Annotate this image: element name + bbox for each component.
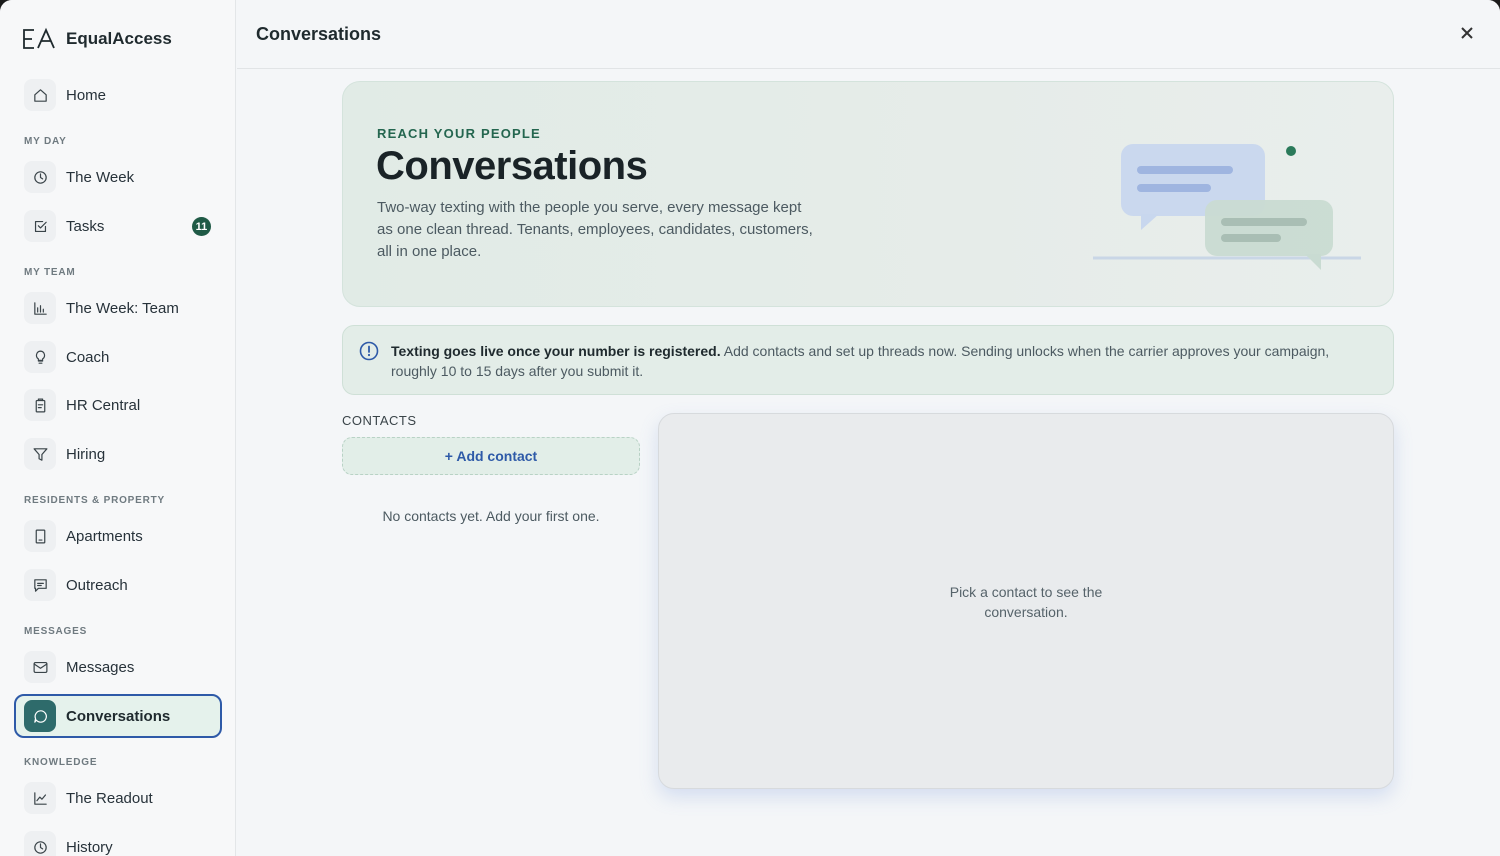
sidebar-item-coach[interactable]: Coach: [14, 335, 222, 379]
sidebar-item-label: Hiring: [66, 445, 106, 463]
section-label-my-day: MY DAY: [24, 136, 67, 147]
sidebar-item-history[interactable]: History: [14, 825, 222, 856]
section-label-my-team: MY TEAM: [24, 267, 76, 278]
clock-icon: [24, 161, 56, 193]
section-label-residents: RESIDENTS & PROPERTY: [24, 495, 166, 506]
notice-text: Texting goes live once your number is re…: [391, 341, 1373, 381]
sidebar-item-label: Messages: [66, 658, 135, 676]
sidebar-item-label: Outreach: [66, 576, 128, 594]
building-icon: [24, 520, 56, 552]
sidebar-item-the-week-team[interactable]: The Week: Team: [14, 286, 222, 330]
app-window: EqualAccess Home MY DAY The Week Tasks 1…: [0, 0, 1500, 856]
sidebar-item-hiring[interactable]: Hiring: [14, 432, 222, 476]
chat-illustration-icon: [1093, 144, 1361, 270]
registration-notice: Texting goes live once your number is re…: [342, 325, 1394, 395]
hero-title: Conversations: [376, 144, 648, 188]
sidebar: EqualAccess Home MY DAY The Week Tasks 1…: [0, 0, 236, 856]
conversation-empty-state: Pick a contact to see the conversation.: [659, 582, 1393, 622]
sidebar-item-label: The Week: Team: [66, 299, 179, 317]
checkbox-icon: [24, 210, 56, 242]
line-chart-icon: [24, 782, 56, 814]
sidebar-item-label: Tasks: [66, 217, 105, 235]
notice-bold: Texting goes live once your number is re…: [391, 343, 721, 359]
mail-icon: [24, 651, 56, 683]
hero-eyebrow: REACH YOUR PEOPLE: [377, 126, 541, 141]
comment-box-icon: [24, 569, 56, 601]
hero-description: Two-way texting with the people you serv…: [377, 199, 813, 260]
bar-chart-icon: [24, 292, 56, 324]
conversation-empty-text: Pick a contact to see the conversation.: [949, 584, 1103, 620]
clipboard-icon: [24, 389, 56, 421]
add-contact-button[interactable]: + Add contact: [342, 437, 640, 475]
sidebar-item-label: HR Central: [66, 396, 141, 414]
tasks-count-badge: 11: [192, 217, 211, 236]
section-label-knowledge: KNOWLEDGE: [24, 757, 98, 768]
sidebar-item-home[interactable]: Home: [14, 73, 222, 117]
conversation-panel: Pick a contact to see the conversation.: [658, 413, 1394, 789]
contacts-heading: CONTACTS: [342, 413, 417, 428]
brand-name: EqualAccess: [66, 29, 172, 48]
lightbulb-icon: [24, 341, 56, 373]
sidebar-item-the-readout[interactable]: The Readout: [14, 776, 222, 820]
topbar: Conversations: [237, 0, 1500, 69]
sidebar-item-the-week[interactable]: The Week: [14, 155, 222, 199]
sidebar-item-label: Coach: [66, 348, 110, 366]
sidebar-item-label: Home: [66, 86, 107, 104]
brand-logo-icon: [23, 27, 55, 49]
contacts-empty-state: No contacts yet. Add your first one.: [382, 508, 600, 524]
brand[interactable]: EqualAccess: [22, 26, 172, 52]
sidebar-item-label: The Week: [66, 168, 135, 186]
close-icon: [1461, 27, 1473, 39]
sidebar-item-apartments[interactable]: Apartments: [14, 514, 222, 558]
page-title: Conversations: [256, 24, 382, 44]
home-icon: [24, 79, 56, 111]
sidebar-item-hr-central[interactable]: HR Central: [14, 383, 222, 427]
main-content: Conversations REACH YOUR PEOPLE Conversa…: [237, 0, 1500, 856]
chat-bubble-icon: [24, 700, 56, 732]
sidebar-item-label: Conversations: [66, 707, 171, 725]
sidebar-item-outreach[interactable]: Outreach: [14, 563, 222, 607]
clock-icon: [24, 831, 56, 856]
section-label-messages: MESSAGES: [24, 626, 88, 637]
sidebar-item-label: The Readout: [66, 789, 153, 807]
info-icon: [359, 341, 379, 361]
funnel-icon: [24, 438, 56, 470]
sidebar-item-label: History: [66, 838, 113, 856]
close-button[interactable]: [1456, 22, 1478, 44]
sidebar-item-conversations[interactable]: Conversations: [14, 694, 222, 738]
sidebar-item-messages[interactable]: Messages: [14, 645, 222, 689]
sidebar-item-label: Apartments: [66, 527, 143, 545]
sidebar-item-tasks[interactable]: Tasks 11: [14, 204, 222, 248]
hero-banner: REACH YOUR PEOPLE Conversations Two-way …: [342, 81, 1394, 307]
